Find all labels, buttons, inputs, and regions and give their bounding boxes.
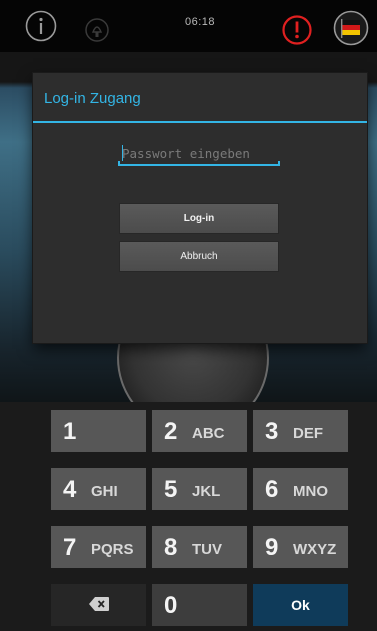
key-number: 2: [164, 418, 178, 445]
delete-key[interactable]: [51, 584, 146, 626]
key-3[interactable]: 3 DEF: [253, 410, 348, 452]
key-letters: ABC: [192, 425, 225, 442]
key-6[interactable]: 6 MNO: [253, 468, 348, 510]
german-flag-icon: [333, 10, 369, 46]
numeric-keypad: 1 2 ABC 3 DEF 4 GHI 5 JKL 6 MNO 7 PQRS 8…: [0, 402, 377, 631]
lamp-icon: [85, 18, 109, 42]
key-number: 7: [63, 534, 77, 561]
top-bar: 06:18: [0, 0, 377, 52]
info-icon: [25, 10, 57, 42]
key-letters: GHI: [91, 483, 118, 500]
key-9[interactable]: 9 WXYZ: [253, 526, 348, 568]
key-letters: PQRS: [91, 541, 134, 558]
key-number: 6: [265, 476, 279, 503]
language-button[interactable]: [333, 10, 369, 46]
key-number: 1: [63, 418, 77, 445]
alert-button[interactable]: [281, 14, 313, 46]
cancel-button[interactable]: Abbruch: [119, 241, 279, 272]
key-number: 0: [164, 592, 178, 619]
key-letters: DEF: [293, 425, 323, 442]
key-number: 5: [164, 476, 178, 503]
key-letters: MNO: [293, 483, 328, 500]
key-5[interactable]: 5 JKL: [152, 468, 247, 510]
key-number: 4: [63, 476, 77, 503]
key-2[interactable]: 2 ABC: [152, 410, 247, 452]
key-1[interactable]: 1: [51, 410, 146, 452]
login-screen: 06:18 Log-in Zugang Log-in Abbruch 1 2 A…: [0, 0, 377, 631]
password-field[interactable]: [118, 142, 280, 166]
dialog-title-divider: [33, 121, 367, 123]
login-button[interactable]: Log-in: [119, 203, 279, 234]
key-letters: WXYZ: [293, 541, 337, 558]
key-letters: TUV: [192, 541, 222, 558]
password-underline-right: [278, 161, 280, 166]
key-number: 3: [265, 418, 279, 445]
password-underline: [118, 164, 280, 166]
password-input[interactable]: [118, 142, 280, 164]
key-7[interactable]: 7 PQRS: [51, 526, 146, 568]
login-dialog: Log-in Zugang Log-in Abbruch: [33, 73, 367, 343]
password-underline-left: [118, 161, 120, 166]
clock: 06:18: [184, 16, 216, 28]
key-number: 8: [164, 534, 178, 561]
key-8[interactable]: 8 TUV: [152, 526, 247, 568]
info-button[interactable]: [25, 10, 57, 42]
backspace-icon: [89, 597, 109, 611]
alert-icon: [282, 15, 312, 45]
key-number: 9: [265, 534, 279, 561]
dialog-title: Log-in Zugang: [44, 90, 141, 107]
lamp-button[interactable]: [83, 16, 111, 44]
key-4[interactable]: 4 GHI: [51, 468, 146, 510]
key-letters: JKL: [192, 483, 221, 500]
ok-key[interactable]: Ok: [253, 584, 348, 626]
ok-label: Ok: [291, 597, 310, 613]
key-0[interactable]: 0: [152, 584, 247, 626]
text-cursor: [122, 145, 123, 161]
